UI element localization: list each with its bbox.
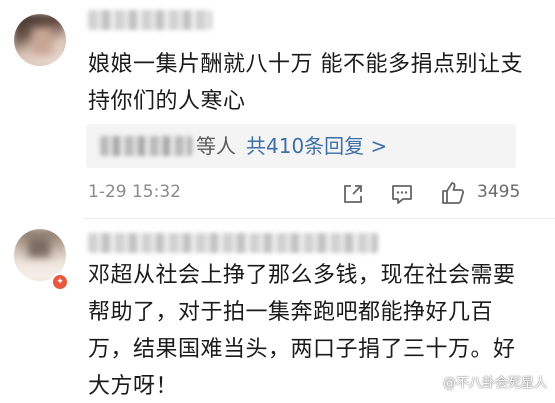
watermark: @不八卦会死星人 (442, 376, 547, 391)
thumbs-up-icon[interactable] (440, 180, 466, 206)
share-icon[interactable] (342, 183, 364, 205)
comment-text-line: 万，结果国难当头，两口子捐了三十万。好 (88, 337, 516, 362)
comment-text-line: 邓超从社会上挣了那么多钱，现在社会需要 (88, 263, 516, 288)
username-blurred[interactable] (88, 233, 378, 253)
like-count: 3495 (477, 182, 521, 202)
comment-timestamp: 1-29 15:32 (88, 182, 181, 202)
comment-1: 娘娘一集片酬就八十万 能不能多捐点别让支 持你们的人寒心 等人 共410条回复 >… (0, 0, 555, 218)
comment-text-line: 娘娘一集片酬就八十万 能不能多捐点别让支 (88, 52, 523, 77)
reply-user-blurred (100, 136, 192, 156)
reply-summary-text: 等人 共410条回复 > (196, 132, 387, 160)
comment-text-line: 持你们的人寒心 (88, 89, 246, 114)
reply-summary[interactable]: 等人 共410条回复 > (86, 124, 516, 168)
username-blurred[interactable] (88, 10, 212, 30)
avatar[interactable] (14, 14, 66, 66)
view-replies-link[interactable]: 共410条回复 > (246, 134, 387, 158)
verified-badge-icon: ✦ (51, 273, 69, 291)
reply-users-suffix: 等人 (196, 134, 236, 158)
comment-icon[interactable] (391, 183, 413, 205)
comment-text: 娘娘一集片酬就八十万 能不能多捐点别让支 持你们的人寒心 (88, 46, 523, 120)
comment-text-line: 帮助了，对于拍一集奔跑吧都能挣好几百 (88, 300, 494, 325)
